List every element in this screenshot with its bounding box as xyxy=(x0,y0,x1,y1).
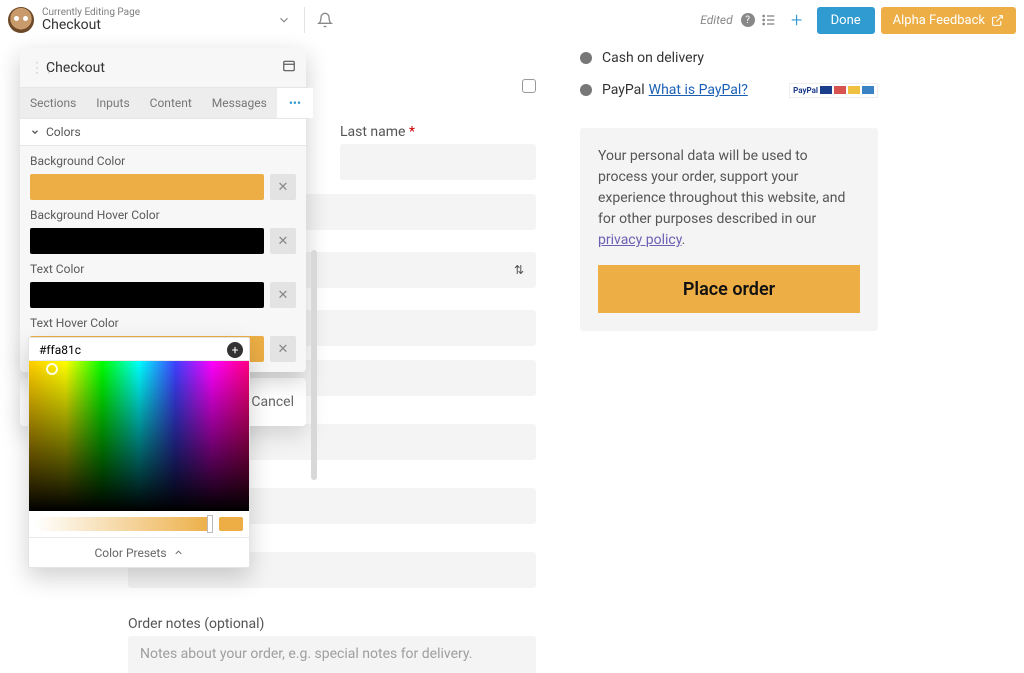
alpha-slider[interactable] xyxy=(35,517,213,531)
tab-messages[interactable]: Messages xyxy=(202,88,277,118)
panel-header[interactable]: ⋮⋮ Checkout xyxy=(20,48,306,88)
tab-more-icon[interactable]: ••• xyxy=(277,88,313,118)
chevron-down-icon[interactable] xyxy=(270,6,298,34)
different-address-checkbox[interactable] xyxy=(522,79,536,93)
current-color-swatch xyxy=(219,517,243,531)
text-color-clear[interactable]: ✕ xyxy=(270,282,296,308)
text-hover-label: Text Hover Color xyxy=(30,316,296,330)
order-notes-label: Order notes (optional) xyxy=(128,616,536,632)
payment-paypal[interactable]: PayPal What is PayPal? PayPal xyxy=(580,82,878,98)
privacy-notice: Your personal data will be used to proce… xyxy=(580,128,878,331)
paypal-label: PayPal xyxy=(602,82,645,98)
bg-color-swatch[interactable] xyxy=(30,174,264,200)
bg-hover-swatch[interactable] xyxy=(30,228,264,254)
cancel-button[interactable]: Cancel xyxy=(251,394,294,410)
text-color-label: Text Color xyxy=(30,262,296,276)
last-name-input[interactable] xyxy=(340,144,536,180)
chevron-up-down-icon: ⇅ xyxy=(514,263,524,277)
what-is-paypal-link[interactable]: What is PayPal? xyxy=(649,82,748,98)
outline-icon[interactable] xyxy=(755,6,783,34)
panel-tabs: Sections Inputs Content Messages ••• xyxy=(20,88,306,119)
place-order-button[interactable]: Place order xyxy=(598,265,860,313)
color-picker: + Color Presets xyxy=(28,337,250,568)
cod-label: Cash on delivery xyxy=(602,50,704,66)
section-colors[interactable]: Colors xyxy=(20,119,306,146)
color-presets-label: Color Presets xyxy=(94,546,166,560)
color-presets-toggle[interactable]: Color Presets xyxy=(29,537,249,567)
section-colors-label: Colors xyxy=(46,125,81,139)
text-color-swatch[interactable] xyxy=(30,282,264,308)
breadcrumb[interactable]: Currently Editing Page Checkout xyxy=(42,7,140,33)
edited-status: Edited xyxy=(700,13,732,27)
expand-icon[interactable] xyxy=(282,59,296,77)
divider xyxy=(304,7,305,33)
feedback-label: Alpha Feedback xyxy=(893,13,985,28)
add-icon[interactable]: + xyxy=(783,6,811,34)
payment-cod[interactable]: Cash on delivery xyxy=(580,50,878,66)
privacy-policy-link[interactable]: privacy policy xyxy=(598,232,682,248)
privacy-text-b: . xyxy=(682,232,686,248)
order-notes-input[interactable]: Notes about your order, e.g. special not… xyxy=(128,636,536,673)
last-name-label: Last name xyxy=(340,124,405,140)
payment-card-icons: PayPal xyxy=(789,83,878,98)
chevron-up-icon xyxy=(173,547,184,558)
checkout-sidebar: Cash on delivery PayPal What is PayPal? … xyxy=(580,44,878,331)
module-settings-panel: ⋮⋮ Checkout Sections Inputs Content Mess… xyxy=(20,48,306,372)
help-icon[interactable]: ? xyxy=(741,13,755,27)
bg-hover-label: Background Hover Color xyxy=(30,208,296,222)
done-button[interactable]: Done xyxy=(817,7,875,34)
drag-handle-icon[interactable]: ⋮⋮ xyxy=(30,60,40,76)
bg-color-clear[interactable]: ✕ xyxy=(270,174,296,200)
panel-title: Checkout xyxy=(46,60,105,76)
alpha-thumb[interactable] xyxy=(207,515,213,533)
breadcrumb-title: Checkout xyxy=(42,18,140,33)
radio-icon xyxy=(580,84,592,96)
chevron-down-icon xyxy=(30,127,40,137)
privacy-text-a: Your personal data will be used to proce… xyxy=(598,148,845,227)
add-preset-icon[interactable]: + xyxy=(227,342,243,358)
tab-content[interactable]: Content xyxy=(140,88,202,118)
app-logo xyxy=(8,7,34,33)
bg-color-label: Background Color xyxy=(30,154,296,168)
bell-icon[interactable] xyxy=(311,6,339,34)
text-hover-clear[interactable]: ✕ xyxy=(270,336,296,362)
gradient-cursor[interactable] xyxy=(46,363,58,375)
bg-hover-clear[interactable]: ✕ xyxy=(270,228,296,254)
feedback-button[interactable]: Alpha Feedback xyxy=(881,7,1016,34)
panel-scrollbar[interactable] xyxy=(311,250,317,480)
tab-sections[interactable]: Sections xyxy=(20,88,86,118)
tab-inputs[interactable]: Inputs xyxy=(86,88,139,118)
radio-icon xyxy=(580,52,592,64)
external-link-icon xyxy=(991,14,1004,27)
hex-input[interactable] xyxy=(37,342,157,358)
color-gradient[interactable] xyxy=(29,361,249,511)
